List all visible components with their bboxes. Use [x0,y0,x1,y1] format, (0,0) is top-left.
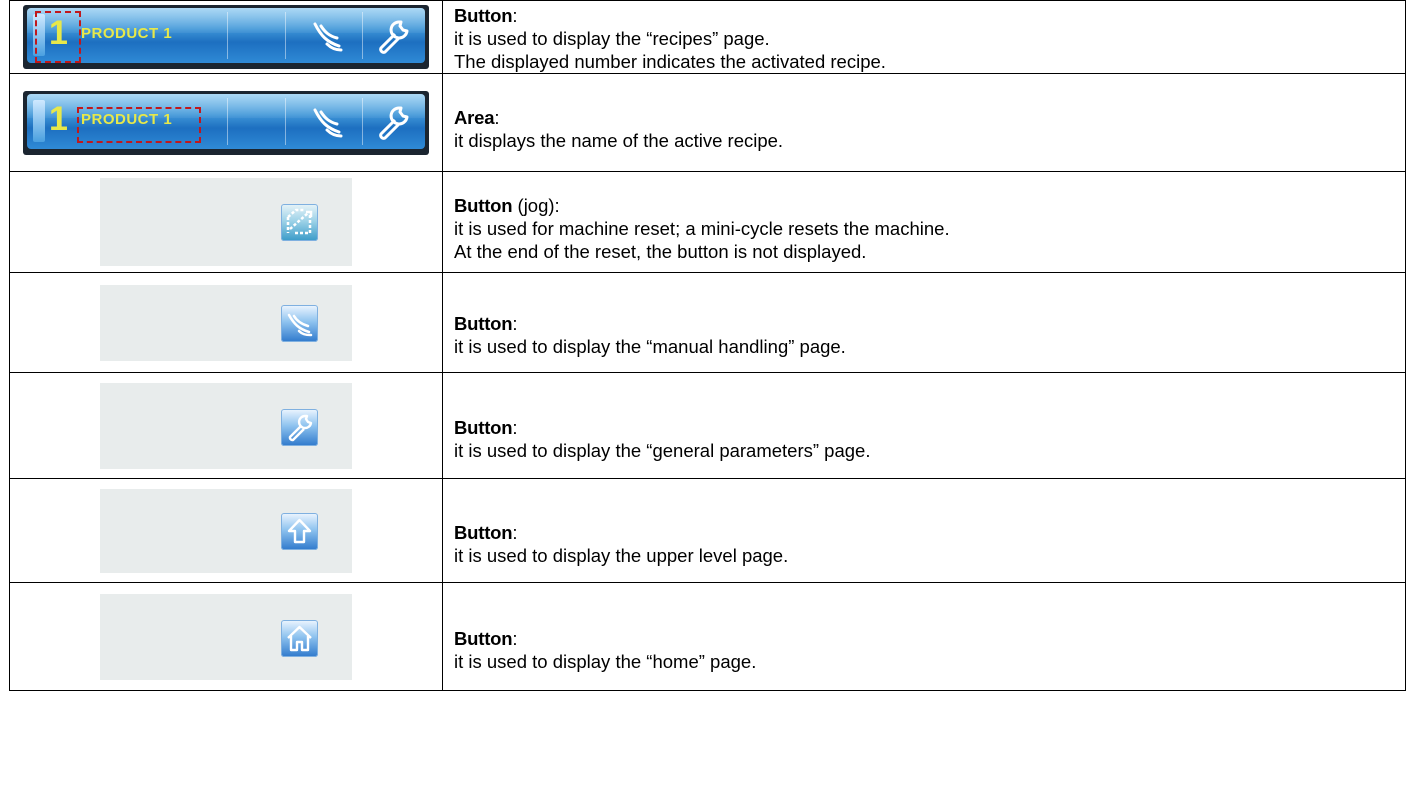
image-cell: 1 PRODUCT 1 [9,73,443,172]
row-description: it is used to display the “recipes” page… [454,28,770,49]
hand-icon [313,108,343,137]
table-row: Button: it is used to display the “home”… [9,582,1406,691]
toolbar-image: 1 PRODUCT 1 [23,5,429,69]
upper-level-button[interactable] [281,512,318,550]
row-description: it is used for machine reset; a mini-cyc… [454,217,950,239]
description-cell: Area: it displays the name of the active… [442,73,1406,172]
reset-icon [286,208,313,235]
row-description: At the end of the reset, the button is n… [454,240,867,262]
arrow-up-icon [287,518,312,543]
image-cell [9,171,443,273]
row-description: it is used to display the “general param… [454,440,871,461]
table-row: 1 PRODUCT 1 Button: it is used to displa… [9,0,1406,74]
manual-handling-button[interactable] [281,304,318,342]
legend-table: 1 PRODUCT 1 Button: it is used to displa… [9,0,1406,691]
button-preview-panel [100,488,352,573]
image-cell [9,478,443,583]
description-cell: Button (jog): it is used for machine res… [442,171,1406,273]
table-row: Button: it is used to display the upper … [9,478,1406,583]
row-description: The displayed number indicates the activ… [454,51,886,72]
table-row: Button (jog): it is used for machine res… [9,171,1406,273]
description-cell: Button: it is used to display the upper … [442,478,1406,583]
table-row: Button: it is used to display the “gener… [9,372,1406,479]
reset-button[interactable] [281,204,318,241]
button-preview-panel [100,382,352,469]
recipe-name-highlight [77,106,201,143]
description-cell: Button: it is used to display the “manua… [442,272,1406,373]
table-row: 1 PRODUCT 1 Area: it displays the name o… [9,73,1406,172]
home-icon [287,625,312,651]
row-title: Button [454,628,513,649]
button-preview-panel [100,284,352,361]
row-title-qualifier: (jog) [512,194,555,216]
image-cell [9,272,443,373]
button-preview-panel [100,593,352,680]
recipe-number-highlight [35,11,81,63]
image-cell [9,582,443,691]
description-cell: Button: it is used to display the “recip… [442,0,1406,74]
description-cell: Button: it is used to display the “gener… [442,372,1406,479]
recipe-name: PRODUCT 1 [81,25,173,42]
button-preview-panel [100,178,352,266]
row-description: it displays the name of the active recip… [454,129,784,151]
image-cell: 1 PRODUCT 1 [9,0,443,74]
row-description: it is used to display the “manual handli… [454,336,846,357]
general-parameters-button[interactable] [281,408,318,446]
row-title: Area [454,106,495,128]
row-description: it is used to display the upper level pa… [454,545,789,566]
hand-icon [287,313,313,336]
table-row: Button: it is used to display the “manua… [9,272,1406,373]
description-cell: Button: it is used to display the “home”… [442,582,1406,691]
row-title: Button [454,313,513,334]
row-title: Button [454,522,513,543]
row-title: Button [454,194,513,216]
row-description: it is used to display the “home” page. [454,651,757,672]
row-title: Button [454,5,513,26]
row-title: Button [454,417,513,438]
wrench-icon [379,105,409,140]
home-button[interactable] [281,619,318,657]
image-cell [9,372,443,479]
toolbar-image: 1 PRODUCT 1 [23,90,429,155]
recipe-number: 1 [49,99,68,138]
wrench-icon [288,414,313,441]
hand-icon [313,22,343,52]
wrench-icon [379,20,409,54]
